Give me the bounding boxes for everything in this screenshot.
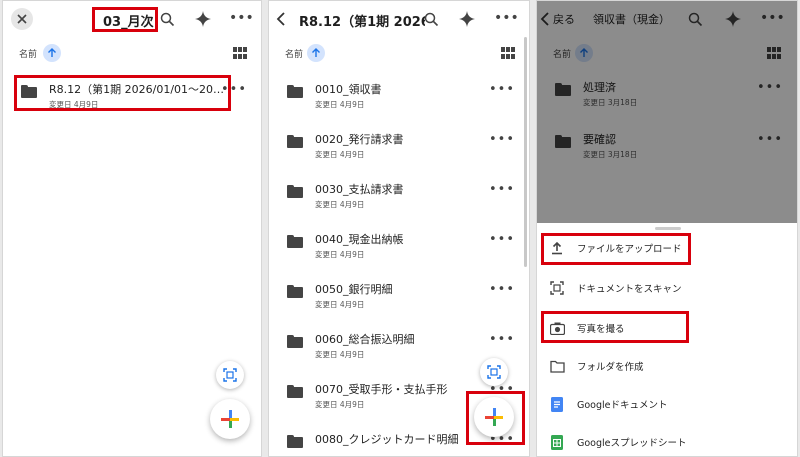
list-item[interactable]: 0030_支払請求書 変更日 4月9日 ••• [269,173,529,217]
screen-folder-monthly: 03_月次 ••• 名前 R8.12（第1期 2026/01/01～2026/.… [2,0,262,457]
sparkle-icon [459,11,475,27]
menu-item-scan[interactable]: ドキュメントをスキャン [537,269,797,307]
close-button[interactable] [11,8,33,30]
list-item[interactable]: 0040_現金出納帳 変更日 4月9日 ••• [269,223,529,267]
item-modified: 変更日 4月9日 [315,250,365,259]
sort-direction-button[interactable] [307,44,325,62]
item-more-button[interactable]: ••• [489,233,515,246]
search-icon [424,12,438,26]
menu-item-label: ドキュメントをスキャン [577,284,682,295]
item-name: 0050_銀行明細 [315,283,393,296]
gemini-button[interactable] [193,9,213,29]
list-item[interactable]: 0010_領収書 変更日 4月9日 ••• [269,73,529,117]
scan-fab[interactable] [216,361,244,389]
search-button[interactable] [157,9,177,29]
highlight-box [541,311,689,343]
folder-icon [287,285,303,298]
highlight-box [92,7,158,32]
menu-item-label: フォルダを作成 [577,362,644,373]
scan-fab[interactable] [480,358,508,386]
menu-item-google-docs[interactable]: Googleドキュメント [537,385,797,423]
folder-outline-icon [549,358,565,374]
folder-icon [287,185,303,198]
grid-view-icon[interactable] [233,47,247,59]
highlight-box [14,75,231,111]
sort-direction-button[interactable] [43,44,61,62]
item-name: 0010_領収書 [315,83,382,96]
google-docs-icon [549,396,565,412]
modal-scrim[interactable] [537,1,797,223]
folder-icon [287,235,303,248]
menu-item-label: Googleドキュメント [577,400,668,411]
highlight-box [541,233,691,265]
bottom-sheet: ファイルをアップロード ドキュメントをスキャン 写真を撮る フォルダを作成 Go… [537,223,797,456]
folder-icon [287,335,303,348]
arrow-up-icon [48,48,56,57]
item-name: 0070_受取手形・支払手形 [315,383,448,396]
item-name: 0040_現金出納帳 [315,233,404,246]
item-modified: 変更日 4月9日 [315,350,365,359]
item-more-button[interactable]: ••• [489,283,515,296]
item-modified: 変更日 4月9日 [315,400,365,409]
search-icon [160,12,174,26]
item-name: 0030_支払請求書 [315,183,404,196]
menu-item-google-sheets[interactable]: Googleスプレッドシート [537,423,797,456]
sparkle-icon [195,11,211,27]
more-options-button[interactable]: ••• [494,10,519,26]
folder-icon [287,135,303,148]
screen-folder-r8-12: R8.12（第1期 2026... ••• 名前 0010_領収書 変更日 4月… [268,0,530,457]
grid-view-icon[interactable] [501,47,515,59]
folder-icon [287,435,303,448]
item-modified: 変更日 4月9日 [315,150,365,159]
folder-icon [287,385,303,398]
gemini-button[interactable] [457,9,477,29]
list-item[interactable]: 0050_銀行明細 変更日 4月9日 ••• [269,273,529,317]
screen-receipts-cash: 戻る 領収書（現金） ••• 名前 処理済 変更日 3月18日 ••• 要確認 … [536,0,798,457]
scan-icon [223,368,237,382]
new-fab[interactable] [210,399,250,439]
top-app-bar: R8.12（第1期 2026... ••• [269,1,529,37]
list-item[interactable]: 0020_発行請求書 変更日 4月9日 ••• [269,123,529,167]
search-button[interactable] [421,9,441,29]
menu-item-create-folder[interactable]: フォルダを作成 [537,347,797,385]
sort-label: 名前 [19,50,38,60]
item-modified: 変更日 4月9日 [315,200,365,209]
item-more-button[interactable]: ••• [489,133,515,146]
arrow-up-icon [312,48,320,57]
item-modified: 変更日 4月9日 [315,100,365,109]
item-more-button[interactable]: ••• [489,83,515,96]
highlight-box [466,391,525,445]
item-name: 0020_発行請求書 [315,133,404,146]
item-modified: 変更日 4月9日 [315,300,365,309]
item-more-button[interactable]: ••• [489,333,515,346]
back-button[interactable] [271,8,291,30]
close-icon [17,14,27,24]
google-sheets-icon [549,434,565,450]
sort-row: 名前 [269,43,529,65]
sort-label: 名前 [285,50,304,60]
chevron-left-icon [276,12,285,26]
menu-item-label: Googleスプレッドシート [577,438,687,449]
more-options-button[interactable]: ••• [229,10,254,26]
item-name: 0080_クレジットカード明細 [315,433,459,446]
scan-icon [487,365,501,379]
scan-icon [549,280,565,296]
sort-row: 名前 [3,43,261,65]
item-more-button[interactable]: ••• [489,183,515,196]
item-name: 0060_総合振込明細 [315,333,415,346]
page-title: R8.12（第1期 2026... [299,15,425,30]
folder-icon [287,85,303,98]
